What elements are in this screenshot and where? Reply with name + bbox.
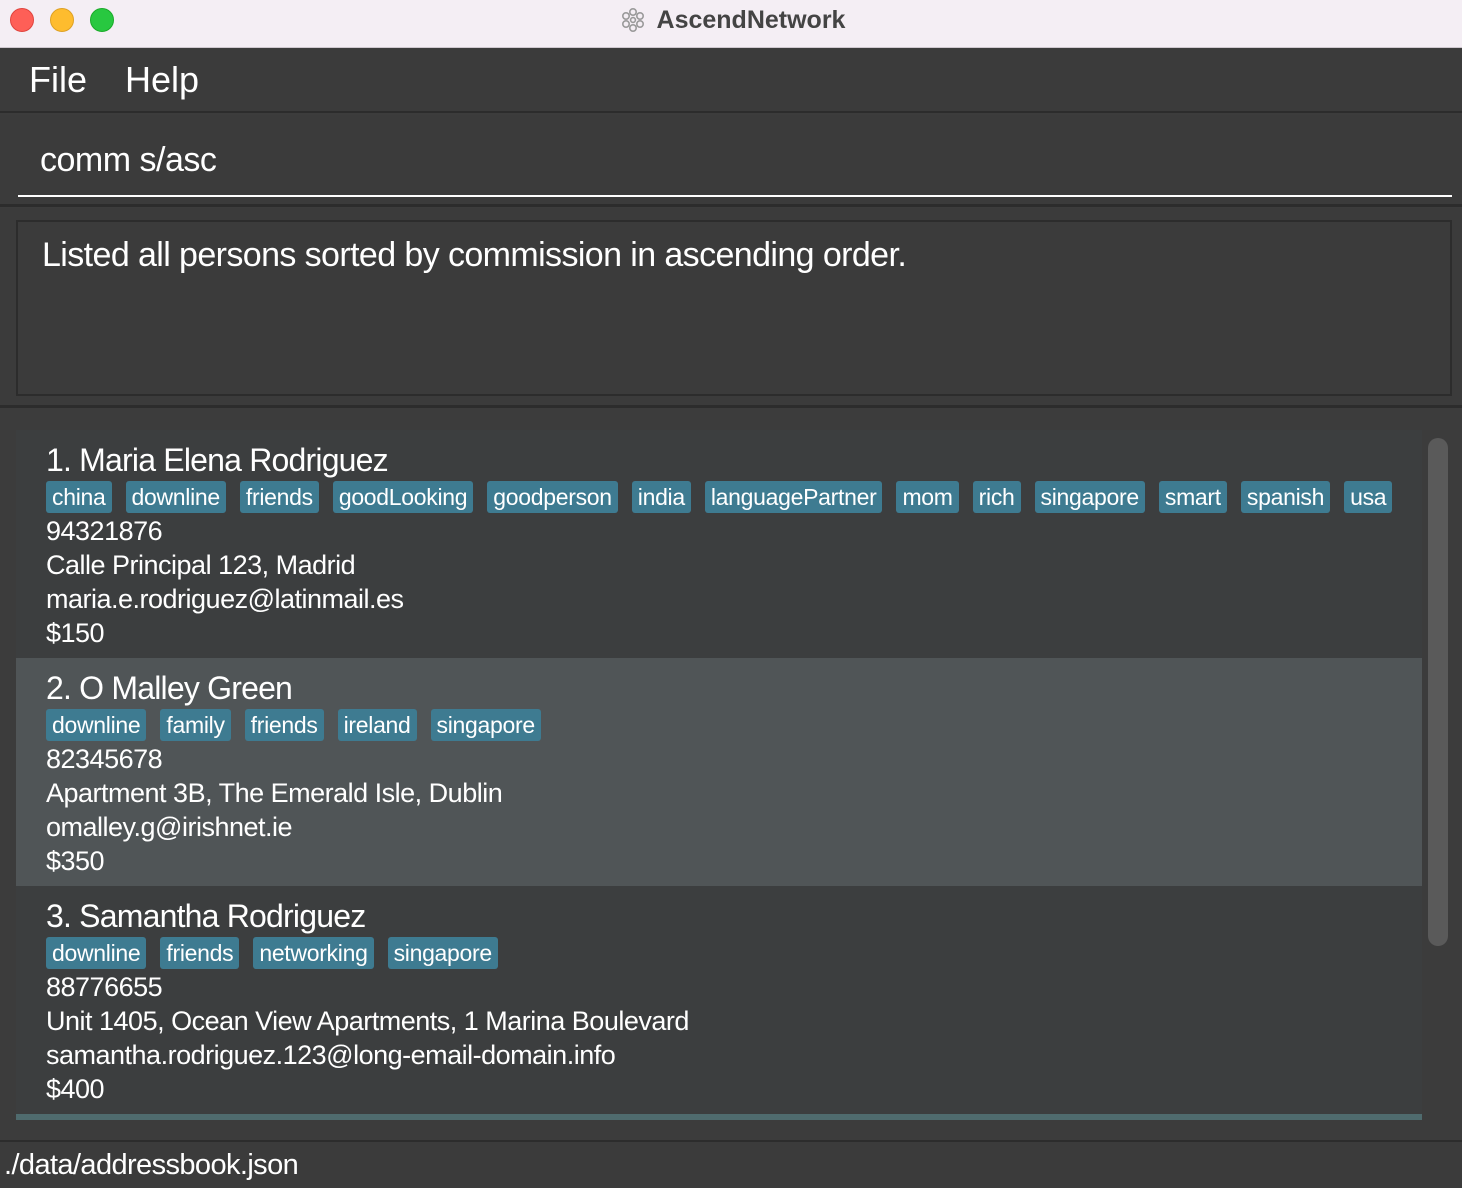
person-list[interactable]: 1. Maria Elena Rodriguez china downline … xyxy=(16,430,1422,1120)
menu-file[interactable]: File xyxy=(29,59,87,101)
tag: singapore xyxy=(430,709,541,741)
tag: friends xyxy=(160,937,240,969)
person-commission: $350 xyxy=(46,846,105,876)
person-commission: $400 xyxy=(46,1074,105,1104)
tag: smart xyxy=(1158,481,1227,513)
tag: networking xyxy=(253,937,374,969)
status-bar-save-path: ./data/addressbook.json xyxy=(0,1140,1462,1188)
person-email: samantha.rodriguez.123@long-email-domain… xyxy=(46,1040,616,1070)
tag: mom xyxy=(896,481,959,513)
person-card[interactable]: 2. O Malley Green downline family friend… xyxy=(16,658,1422,886)
person-list-panel: 1. Maria Elena Rodriguez china downline … xyxy=(0,410,1462,1140)
menu-bar: File Help xyxy=(0,49,1462,113)
person-card[interactable]: 1. Maria Elena Rodriguez china downline … xyxy=(16,430,1422,658)
menu-help[interactable]: Help xyxy=(125,59,199,101)
person-card[interactable]: 3. Samantha Rodriguez downline friends n… xyxy=(16,886,1422,1114)
person-email: maria.e.rodriguez@latinmail.es xyxy=(46,584,404,614)
tag: downline xyxy=(46,709,147,741)
title-bar: AscendNetwork xyxy=(0,0,1462,48)
tag: friends xyxy=(239,481,319,513)
tag: languagePartner xyxy=(704,481,883,513)
person-email: omalley.g@irishnet.ie xyxy=(46,812,293,842)
tag: spanish xyxy=(1240,481,1331,513)
person-commission: $150 xyxy=(46,618,105,648)
next-card-edge xyxy=(16,1114,1422,1120)
tag: downline xyxy=(125,481,226,513)
person-address: Calle Principal 123, Madrid xyxy=(46,550,356,580)
tag: usa xyxy=(1344,481,1393,513)
tag-list: downline family friends ireland singapor… xyxy=(46,708,1422,742)
tag-list: china downline friends goodLooking goodp… xyxy=(46,480,1422,514)
command-input[interactable] xyxy=(18,125,1452,197)
person-name: 3. Samantha Rodriguez xyxy=(46,898,366,934)
tag: singapore xyxy=(387,937,498,969)
tag: goodperson xyxy=(487,481,618,513)
tag: china xyxy=(46,481,112,513)
person-phone: 94321876 xyxy=(46,516,163,546)
tag: rich xyxy=(972,481,1021,513)
window-title-group: AscendNetwork xyxy=(0,0,1462,40)
tag: ireland xyxy=(337,709,417,741)
tag: goodLooking xyxy=(332,481,474,513)
tag: friends xyxy=(244,709,324,741)
window-title: AscendNetwork xyxy=(656,5,846,34)
person-address: Unit 1405, Ocean View Apartments, 1 Mari… xyxy=(46,1006,689,1036)
tag: downline xyxy=(46,937,147,969)
tag-list: downline friends networking singapore xyxy=(46,936,1422,970)
tag: family xyxy=(160,709,231,741)
person-phone: 82345678 xyxy=(46,744,163,774)
result-display-area: Listed all persons sorted by commission … xyxy=(0,208,1462,408)
person-list-scrollbar[interactable] xyxy=(1426,430,1450,1120)
command-box xyxy=(0,115,1462,207)
tag: singapore xyxy=(1034,481,1145,513)
person-phone: 88776655 xyxy=(46,972,163,1002)
tag: india xyxy=(631,481,691,513)
result-message: Listed all persons sorted by commission … xyxy=(16,220,1452,396)
person-name: 2. O Malley Green xyxy=(46,670,293,706)
scrollbar-thumb[interactable] xyxy=(1428,438,1448,946)
person-name: 1. Maria Elena Rodriguez xyxy=(46,442,389,478)
person-address: Apartment 3B, The Emerald Isle, Dublin xyxy=(46,778,503,808)
app-logo-icon xyxy=(621,8,644,32)
